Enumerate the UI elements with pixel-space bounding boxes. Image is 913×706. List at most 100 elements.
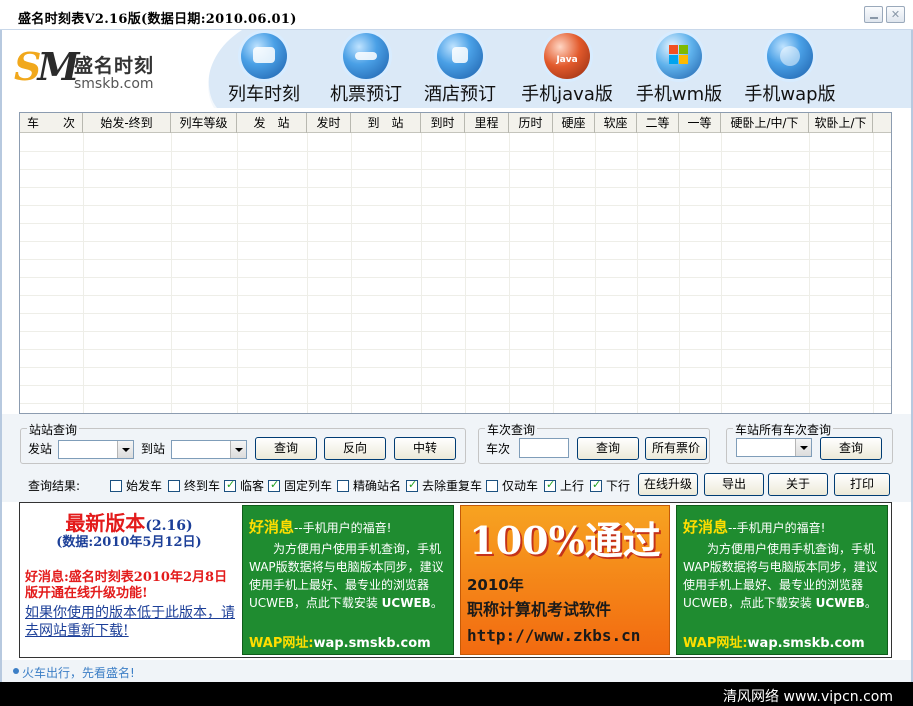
nav-mobile-wap[interactable]: 手机wap版 (742, 30, 838, 108)
chevron-down-icon[interactable] (230, 441, 246, 458)
col-hard-seat[interactable]: 硬座 (553, 113, 595, 133)
nav-mobile-java[interactable]: Java 手机java版 (518, 30, 616, 108)
filter-label: 下行 (606, 479, 631, 493)
exam-software-ad[interactable]: 100%通过 2010年 职称计算机考试软件 http://www.zkbs.c… (460, 505, 670, 655)
col-soft-sleeper[interactable]: 软卧上/下 (809, 113, 873, 133)
grid-column-line (873, 133, 874, 413)
col-first-class[interactable]: 一等 (679, 113, 721, 133)
filter-checkbox[interactable] (337, 480, 349, 492)
logo-url: smskb.com (74, 76, 154, 92)
col-duration[interactable]: 历时 (509, 113, 553, 133)
from-station-select[interactable] (58, 440, 134, 459)
logo-name: 盛名时刻 (74, 55, 155, 77)
globe-icon (767, 33, 813, 79)
filter-checkbox[interactable] (110, 480, 122, 492)
grid-row-line (20, 349, 891, 350)
minimize-button[interactable] (864, 6, 883, 23)
station-all-query-button[interactable]: 查询 (820, 437, 882, 460)
ucweb-ad-right[interactable]: 好消息--手机用户的福音! 为方便用户使用手机查询，手机WAP版数据将与电脑版本… (676, 505, 888, 655)
version-panel: 最新版本(2.16) (数据:2010年5月12日) 好消息:盛名时刻表2010… (20, 503, 238, 657)
train-no-input[interactable] (519, 438, 569, 458)
col-hard-sleeper[interactable]: 硬卧上/中/下 (721, 113, 809, 133)
window-title: 盛名时刻表V2.16版(数据日期:2010.06.01) (18, 12, 297, 27)
filter-label: 始发车 (126, 479, 163, 493)
filter-checkbox[interactable] (168, 480, 180, 492)
grid-row-line (20, 385, 891, 386)
grid-row-line (20, 169, 891, 170)
from-station-label: 发站 (28, 442, 53, 456)
watermark: 清风网络 www.vipcn.com (723, 689, 893, 705)
transfer-button[interactable]: 中转 (394, 437, 456, 460)
download-link[interactable]: 如果你使用的版本低于此版本，请去网站重新下载! (25, 604, 235, 640)
col-depart-time[interactable]: 发时 (307, 113, 351, 133)
grid-row-line (20, 277, 891, 278)
col-distance[interactable]: 里程 (465, 113, 509, 133)
nav-mobile-wm[interactable]: 手机wm版 (634, 30, 724, 108)
filter-checkbox[interactable] (268, 478, 280, 492)
station-all-select[interactable] (736, 438, 812, 457)
print-button[interactable]: 打印 (834, 473, 890, 496)
header-banner: SM 盛名时刻 smskb.com 列车时刻 机票预订 酒店预订 Java 手机… (2, 30, 911, 108)
grid-row-line (20, 331, 891, 332)
filter-checkbox[interactable] (590, 478, 602, 492)
grid-column-line (721, 133, 722, 413)
station-query-button[interactable]: 查询 (255, 437, 317, 460)
grid-column-line (351, 133, 352, 413)
grid-row-line (20, 313, 891, 314)
grid-column-line (637, 133, 638, 413)
bullet-icon (13, 668, 19, 674)
nav-flight-booking[interactable]: 机票预订 (326, 30, 406, 108)
reverse-button[interactable]: 反向 (324, 437, 386, 460)
all-fares-button[interactable]: 所有票价 (645, 437, 707, 460)
col-arrive-time[interactable]: 到时 (421, 113, 465, 133)
col-soft-seat[interactable]: 软座 (595, 113, 637, 133)
filter-label: 固定列车 (284, 479, 333, 493)
hotel-icon (437, 33, 483, 79)
grid-column-line (595, 133, 596, 413)
close-icon: ✕ (890, 8, 901, 21)
title-bar: 盛名时刻表V2.16版(数据日期:2010.06.01) ✕ (0, 0, 913, 30)
train-no-label: 车次 (486, 442, 511, 456)
grid-column-line (679, 133, 680, 413)
status-text: 火车出行，先看盛名! (22, 666, 135, 680)
grid-header: 车 次 始发-终到 列车等级 发 站 发时 到 站 到时 里程 历时 硬座 软座… (20, 113, 891, 133)
grid-column-line (809, 133, 810, 413)
grid-column-line (237, 133, 238, 413)
col-from-station[interactable]: 发 站 (237, 113, 307, 133)
minimize-icon (870, 17, 878, 19)
airplane-icon (343, 33, 389, 79)
train-query-legend: 车次查询 (485, 421, 538, 438)
export-button[interactable]: 导出 (704, 473, 764, 496)
nav-hotel-booking[interactable]: 酒店预订 (420, 30, 500, 108)
timetable-grid[interactable]: 车 次 始发-终到 列车等级 发 站 发时 到 站 到时 里程 历时 硬座 软座… (19, 112, 892, 414)
online-upgrade-button[interactable]: 在线升级 (638, 473, 698, 496)
ucweb-ad-left[interactable]: 好消息--手机用户的福音! 为方便用户使用手机查询，手机WAP版数据将与电脑版本… (242, 505, 454, 655)
promo-area: 最新版本(2.16) (数据:2010年5月12日) 好消息:盛名时刻表2010… (19, 502, 892, 658)
windows-icon (656, 33, 702, 79)
station-all-query-legend: 车站所有车次查询 (733, 421, 834, 438)
grid-column-line (307, 133, 308, 413)
col-class[interactable]: 列车等级 (171, 113, 237, 133)
chevron-down-icon[interactable] (117, 441, 133, 458)
grid-row-line (20, 187, 891, 188)
filter-checkbox[interactable] (544, 478, 556, 492)
to-station-select[interactable] (171, 440, 247, 459)
filter-checkbox[interactable] (486, 480, 498, 492)
app-logo: SM 盛名时刻 smskb.com (14, 44, 184, 104)
filter-checkbox[interactable] (224, 478, 236, 492)
footer-bar: 清风网络 www.vipcn.com (0, 682, 913, 706)
about-button[interactable]: 关于 (768, 473, 828, 496)
close-button[interactable]: ✕ (886, 6, 905, 23)
col-origin-dest[interactable]: 始发-终到 (83, 113, 171, 133)
col-train-no[interactable]: 车 次 (20, 113, 83, 133)
grid-column-line (83, 133, 84, 413)
chevron-down-icon[interactable] (795, 439, 811, 456)
filter-label: 上行 (560, 479, 585, 493)
col-to-station[interactable]: 到 站 (351, 113, 421, 133)
train-icon (241, 33, 287, 79)
train-query-button[interactable]: 查询 (577, 437, 639, 460)
nav-train-timetable[interactable]: 列车时刻 (224, 30, 304, 108)
col-second-class[interactable]: 二等 (637, 113, 679, 133)
grid-column-line (509, 133, 510, 413)
filter-checkbox[interactable] (406, 478, 418, 492)
